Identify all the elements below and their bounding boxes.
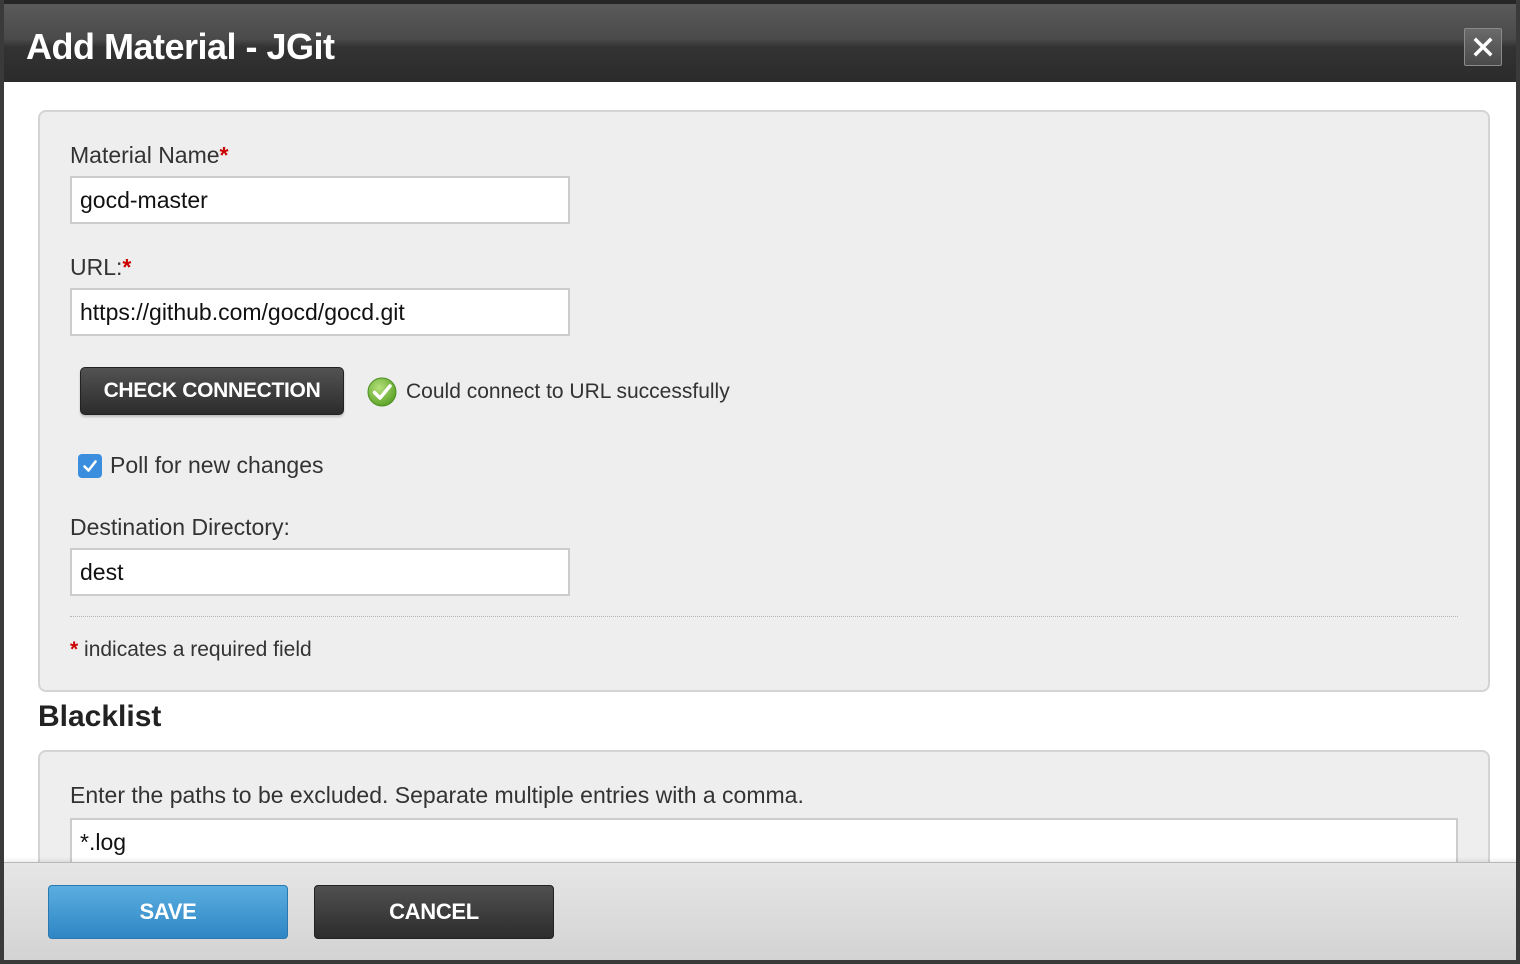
blacklist-help-text: Enter the paths to be excluded. Separate… [70,782,804,808]
material-name-label-text: Material Name [70,142,220,168]
save-button[interactable]: SAVE [48,885,288,939]
success-check-icon [367,377,397,407]
material-name-label: Material Name* [70,142,229,169]
destination-directory-label: Destination Directory: [70,514,290,540]
required-asterisk: * [70,638,79,661]
connection-status: Could connect to URL successfully [366,376,730,408]
poll-checkbox[interactable] [78,453,102,478]
url-label-text: URL: [70,254,123,280]
poll-option: Poll for new changes [78,452,324,479]
material-settings-panel: Material Name* URL:* CHECK CONNECTION Co… [38,110,1490,692]
close-button[interactable] [1464,28,1502,66]
blacklist-input[interactable] [70,818,1458,866]
dialog-titlebar: Add Material - JGit [4,0,1516,82]
url-input[interactable] [70,288,570,336]
cancel-button[interactable]: CANCEL [314,885,554,939]
destination-directory-input[interactable] [70,548,570,596]
required-field-note-text: indicates a required field [78,638,312,661]
close-icon [1473,37,1493,57]
checkmark-icon [83,459,97,472]
add-material-dialog: Add Material - JGit Material Name* URL:*… [0,0,1520,964]
required-field-note: * indicates a required field [70,638,312,662]
poll-label: Poll for new changes [110,452,324,478]
url-label: URL:* [70,254,131,281]
check-connection-button[interactable]: CHECK CONNECTION [80,367,344,415]
divider [70,616,1458,617]
dialog-title: Add Material - JGit [26,26,335,67]
blacklist-heading: Blacklist [38,700,162,733]
required-asterisk: * [122,254,132,280]
material-name-input[interactable] [70,176,570,224]
dialog-footer: SAVE CANCEL [4,862,1516,960]
required-asterisk: * [219,142,229,168]
connection-status-text: Could connect to URL successfully [406,380,730,403]
